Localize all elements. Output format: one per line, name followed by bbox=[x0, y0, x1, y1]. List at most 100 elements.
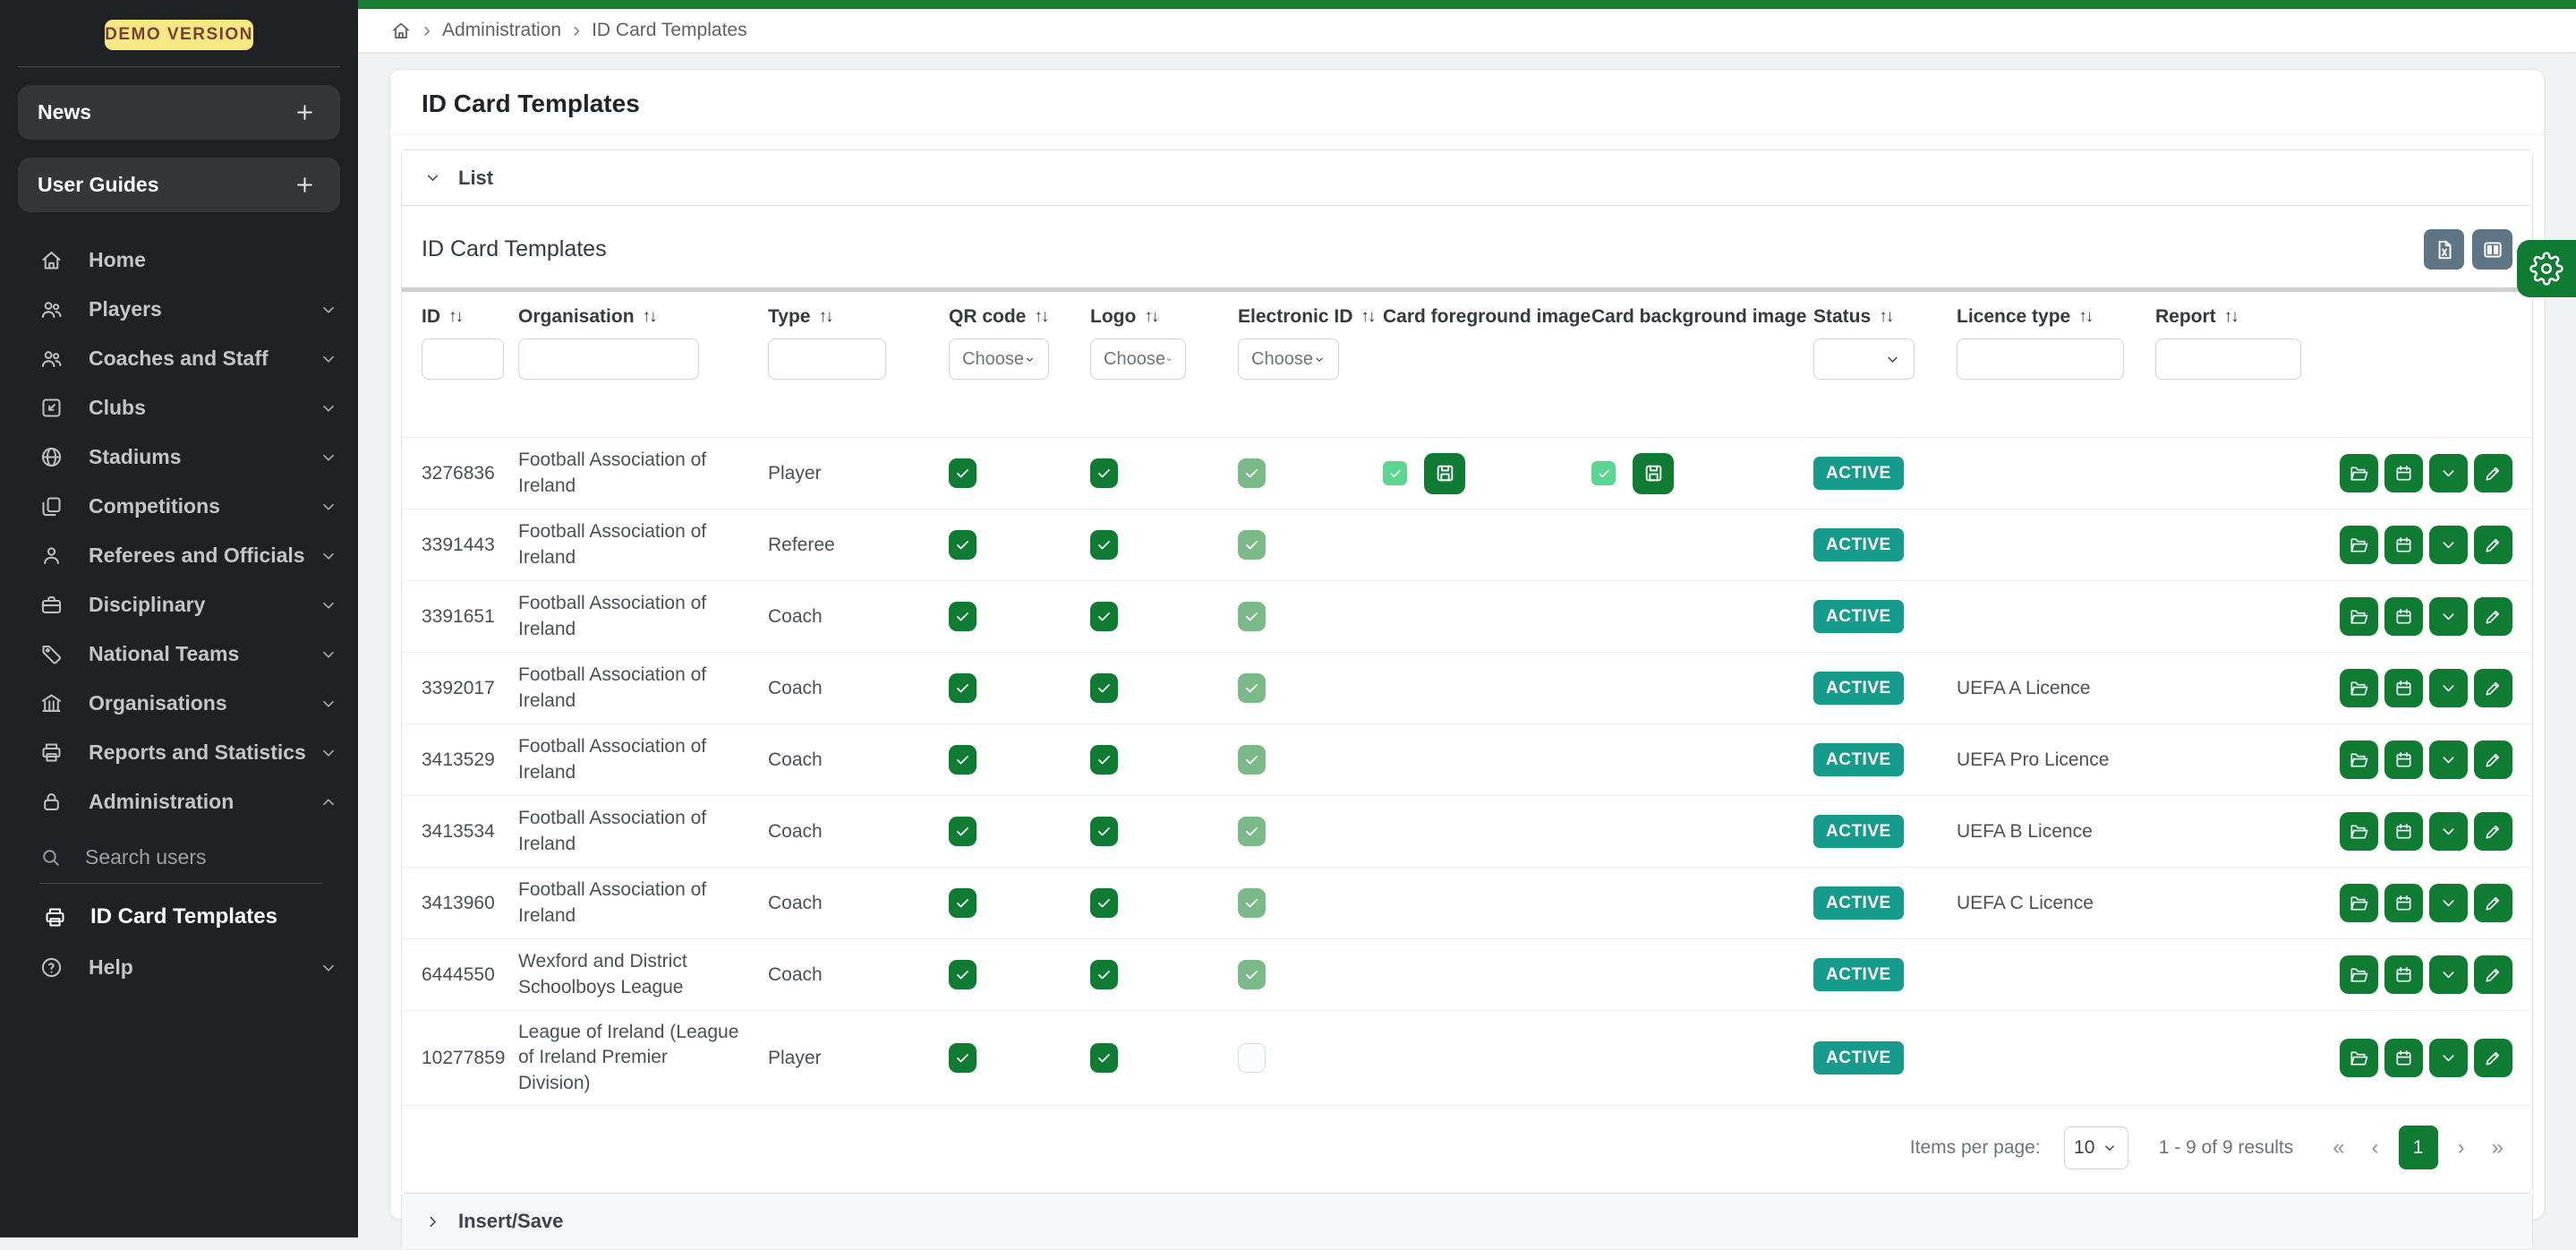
expand-row-button[interactable] bbox=[2429, 812, 2468, 851]
filter-select[interactable] bbox=[1813, 338, 1915, 380]
open-template-button[interactable] bbox=[2340, 669, 2378, 707]
sort-arrows-icon[interactable]: ↑↓ bbox=[818, 307, 832, 327]
export-excel-button[interactable] bbox=[2424, 229, 2464, 270]
qr-code-checkbox[interactable] bbox=[949, 458, 977, 488]
search-users-input[interactable] bbox=[85, 845, 282, 869]
expand-row-button[interactable] bbox=[2429, 884, 2468, 922]
schedule-button[interactable] bbox=[2384, 526, 2423, 564]
open-template-button[interactable] bbox=[2340, 812, 2378, 851]
schedule-button[interactable] bbox=[2384, 454, 2423, 492]
breadcrumb-id-card-templates[interactable]: ID Card Templates bbox=[592, 20, 747, 41]
column-header[interactable]: QR code ↑↓ bbox=[949, 306, 1090, 328]
sidebar-expander-card[interactable]: User Guides bbox=[18, 158, 340, 212]
electronic-id-checkbox[interactable] bbox=[1238, 602, 1266, 631]
sidebar-nav-item[interactable]: Administration bbox=[0, 777, 358, 826]
sidebar-item-help[interactable]: Help bbox=[0, 943, 358, 992]
filter-input[interactable] bbox=[518, 338, 699, 380]
edit-template-button[interactable] bbox=[2474, 669, 2512, 707]
filter-input[interactable] bbox=[422, 338, 504, 380]
schedule-button[interactable] bbox=[2384, 669, 2423, 707]
column-header[interactable]: Card foreground image ↑↓ bbox=[1383, 306, 1591, 328]
qr-code-checkbox[interactable] bbox=[949, 673, 977, 703]
electronic-id-checkbox[interactable] bbox=[1238, 530, 1266, 560]
edit-template-button[interactable] bbox=[2474, 597, 2512, 636]
qr-code-checkbox[interactable] bbox=[949, 602, 977, 631]
column-header[interactable]: ID ↑↓ bbox=[422, 306, 518, 328]
qr-code-checkbox[interactable] bbox=[949, 745, 977, 775]
sort-arrows-icon[interactable]: ↑↓ bbox=[2224, 307, 2238, 327]
items-per-page-select[interactable]: 10 bbox=[2064, 1126, 2128, 1169]
open-template-button[interactable] bbox=[2340, 597, 2378, 636]
logo-checkbox[interactable] bbox=[1090, 817, 1118, 846]
filter-input[interactable] bbox=[1957, 338, 2124, 380]
electronic-id-checkbox[interactable] bbox=[1238, 960, 1266, 989]
electronic-id-checkbox[interactable] bbox=[1238, 458, 1266, 488]
column-header[interactable]: Type ↑↓ bbox=[768, 306, 949, 328]
qr-code-checkbox[interactable] bbox=[949, 888, 977, 918]
breadcrumb-administration[interactable]: Administration bbox=[442, 20, 561, 41]
column-header[interactable]: Licence type ↑↓ bbox=[1957, 306, 2155, 328]
logo-checkbox[interactable] bbox=[1090, 1043, 1118, 1073]
logo-checkbox[interactable] bbox=[1090, 602, 1118, 631]
logo-checkbox[interactable] bbox=[1090, 960, 1118, 989]
qr-code-checkbox[interactable] bbox=[949, 1043, 977, 1073]
logo-checkbox[interactable] bbox=[1090, 530, 1118, 560]
open-template-button[interactable] bbox=[2340, 884, 2378, 922]
insert-save-header[interactable]: Insert/Save bbox=[402, 1194, 2532, 1249]
column-header[interactable]: Electronic ID ↑↓ bbox=[1238, 306, 1383, 328]
sidebar-search-users[interactable] bbox=[39, 832, 322, 884]
sidebar-nav-item[interactable]: Home bbox=[0, 235, 358, 285]
sort-arrows-icon[interactable]: ↑↓ bbox=[643, 307, 656, 327]
save-background-image-button[interactable] bbox=[1633, 453, 1674, 494]
schedule-button[interactable] bbox=[2384, 884, 2423, 922]
edit-template-button[interactable] bbox=[2474, 884, 2512, 922]
sidebar-nav-item[interactable]: Stadiums bbox=[0, 432, 358, 482]
sort-arrows-icon[interactable]: ↑↓ bbox=[1144, 307, 1157, 327]
filter-select[interactable]: Choose bbox=[949, 338, 1049, 380]
expand-row-button[interactable] bbox=[2429, 1039, 2468, 1077]
edit-template-button[interactable] bbox=[2474, 526, 2512, 564]
filter-select[interactable]: Choose bbox=[1238, 338, 1339, 380]
sort-arrows-icon[interactable]: ↑↓ bbox=[1034, 307, 1047, 327]
open-template-button[interactable] bbox=[2340, 741, 2378, 779]
plus-icon[interactable] bbox=[293, 100, 317, 124]
edit-template-button[interactable] bbox=[2474, 1039, 2512, 1077]
schedule-button[interactable] bbox=[2384, 597, 2423, 636]
schedule-button[interactable] bbox=[2384, 741, 2423, 779]
plus-icon[interactable] bbox=[293, 173, 317, 197]
edit-template-button[interactable] bbox=[2474, 741, 2512, 779]
expand-row-button[interactable] bbox=[2429, 741, 2468, 779]
open-template-button[interactable] bbox=[2340, 955, 2378, 994]
schedule-button[interactable] bbox=[2384, 812, 2423, 851]
electronic-id-checkbox[interactable] bbox=[1238, 1043, 1266, 1073]
electronic-id-checkbox[interactable] bbox=[1238, 888, 1266, 918]
sort-arrows-icon[interactable]: ↑↓ bbox=[2078, 307, 2092, 327]
sidebar-nav-item[interactable]: Referees and Officials bbox=[0, 531, 358, 580]
filter-input[interactable] bbox=[2155, 338, 2301, 380]
logo-checkbox[interactable] bbox=[1090, 745, 1118, 775]
sidebar-nav-item[interactable]: Competitions bbox=[0, 482, 358, 531]
open-template-button[interactable] bbox=[2340, 526, 2378, 564]
sidebar-nav-item[interactable]: Disciplinary bbox=[0, 580, 358, 629]
background-image-checkbox[interactable] bbox=[1591, 461, 1616, 485]
electronic-id-checkbox[interactable] bbox=[1238, 673, 1266, 703]
sidebar-nav-item[interactable]: National Teams bbox=[0, 629, 358, 679]
sidebar-nav-item[interactable]: Reports and Statistics bbox=[0, 728, 358, 777]
qr-code-checkbox[interactable] bbox=[949, 960, 977, 989]
edit-template-button[interactable] bbox=[2474, 955, 2512, 994]
column-header[interactable]: Status ↑↓ bbox=[1813, 306, 1957, 328]
foreground-image-checkbox[interactable] bbox=[1383, 461, 1407, 485]
column-header[interactable]: Organisation ↑↓ bbox=[518, 306, 768, 328]
electronic-id-checkbox[interactable] bbox=[1238, 745, 1266, 775]
choose-columns-button[interactable] bbox=[2472, 229, 2512, 270]
settings-flyout-button[interactable] bbox=[2517, 240, 2576, 297]
schedule-button[interactable] bbox=[2384, 1039, 2423, 1077]
expand-row-button[interactable] bbox=[2429, 955, 2468, 994]
edit-template-button[interactable] bbox=[2474, 454, 2512, 492]
page-1-button[interactable]: 1 bbox=[2399, 1126, 2438, 1169]
sidebar-expander-card[interactable]: News bbox=[18, 85, 340, 140]
next-page-button[interactable]: › bbox=[2451, 1132, 2472, 1164]
edit-template-button[interactable] bbox=[2474, 812, 2512, 851]
open-template-button[interactable] bbox=[2340, 1039, 2378, 1077]
first-page-button[interactable]: « bbox=[2325, 1132, 2351, 1164]
